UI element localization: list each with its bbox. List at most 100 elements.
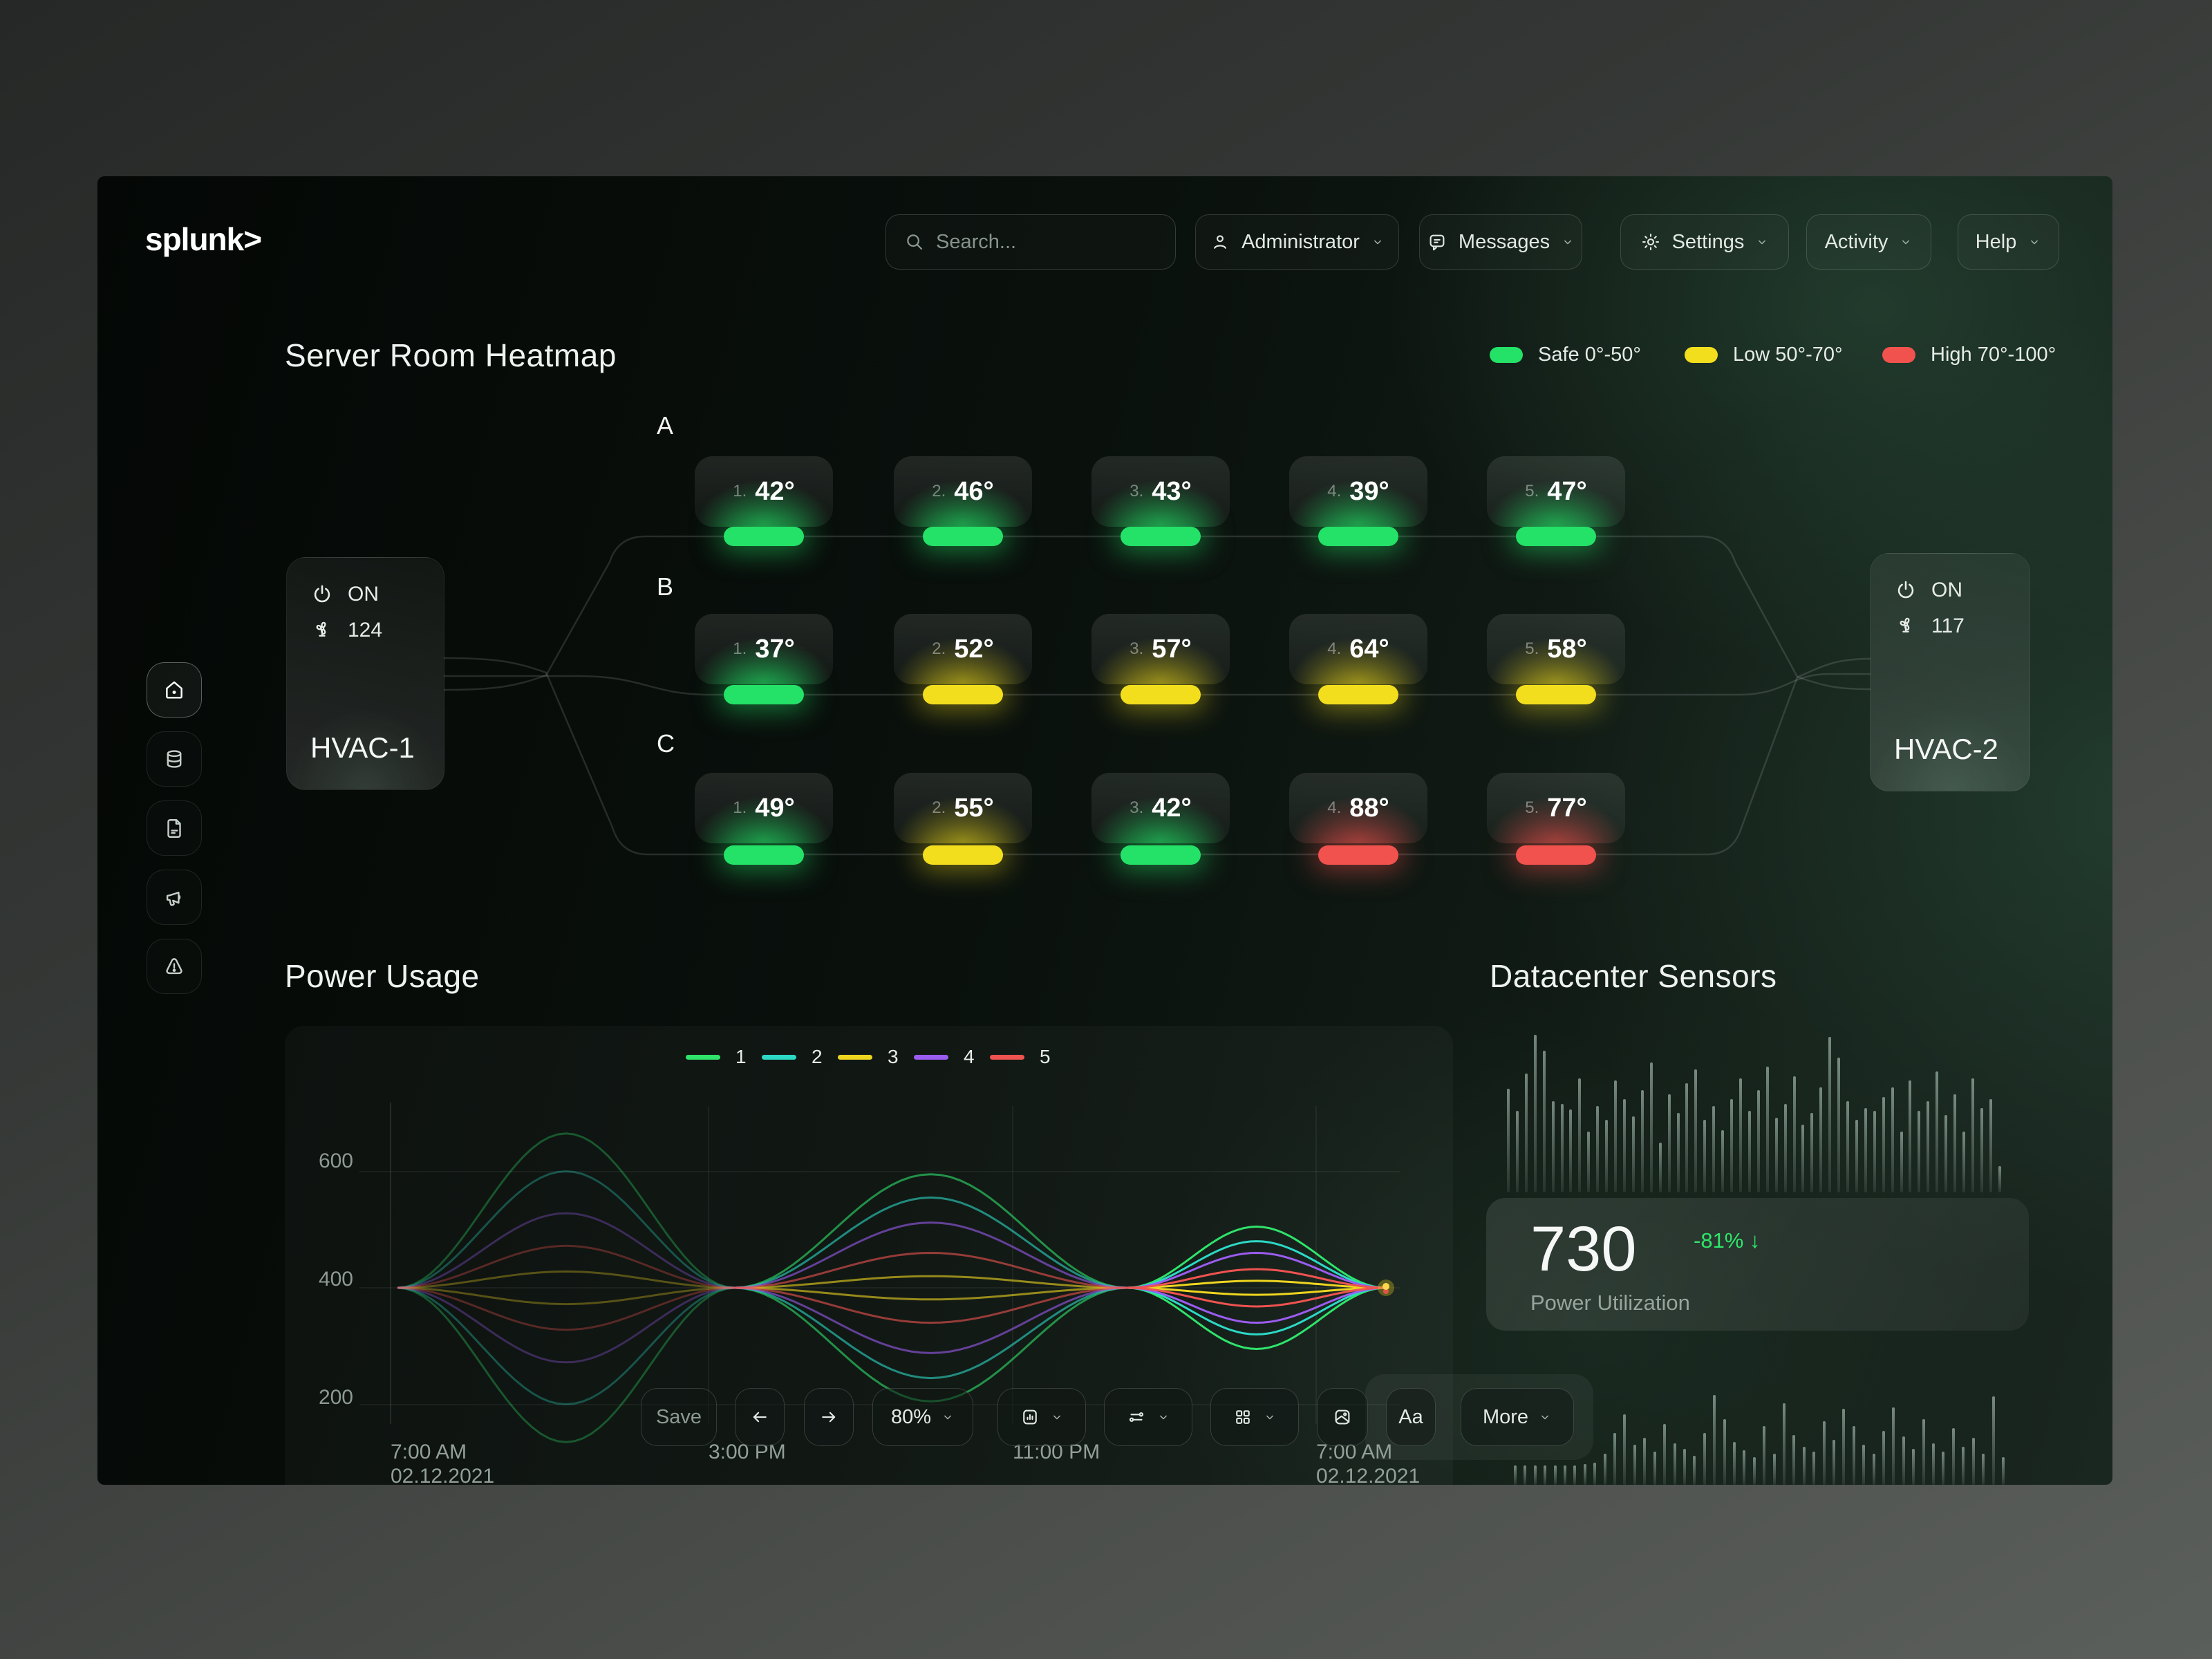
sensor-node-C-4[interactable]: 4. 88° [1289,773,1427,843]
legend-label: Low 50°-70° [1733,344,1843,366]
menu-help[interactable]: Help [1958,214,2059,270]
sensor-bar [1516,1111,1519,1192]
toolbar-aa-button[interactable]: Aa [1386,1388,1436,1446]
menu-messages[interactable]: Messages [1419,214,1582,270]
node-index: 5. [1525,482,1539,501]
menu-label: Activity [1825,231,1888,254]
node-status-pill [1121,845,1201,865]
power-icon [1894,579,1918,602]
sensor-node-C-5[interactable]: 5. 77° [1487,773,1625,843]
chevron-down-icon [1263,1410,1277,1424]
y-tick: 600 [298,1150,353,1173]
chevron-down-icon [1899,235,1913,249]
menu-administrator[interactable]: Administrator [1195,214,1399,270]
sensor-node-A-3[interactable]: 3. 43° [1091,456,1230,527]
sensor-node-B-4[interactable]: 4. 64° [1289,614,1427,684]
hvac-1-card[interactable]: ON 124 HVAC-1 [286,557,444,790]
sensor-bar [1936,1071,1938,1192]
legend-label: High 70°-100° [1931,344,2056,366]
sensor-node-B-2[interactable]: 2. 52° [894,614,1032,684]
node-status-pill [1516,685,1596,704]
sensor-bar [1677,1113,1680,1192]
hvac-status: ON [348,583,379,606]
sensor-node-C-2[interactable]: 2. 55° [894,773,1032,843]
toolbar-image-button[interactable] [1317,1388,1368,1446]
menu-label: Settings [1672,231,1745,254]
sensor-bar [1613,1433,1616,1485]
sensor-node-A-1[interactable]: 1. 42° [695,456,833,527]
search-input[interactable] [936,231,1143,254]
sensor-bar [1703,1433,1706,1485]
search-box[interactable] [885,214,1176,270]
sensor-bar [1544,1465,1546,1485]
sensor-bar [1823,1421,1826,1485]
series-name: 4 [964,1046,975,1068]
series-swatch [990,1055,1024,1060]
toolbar-grid-button[interactable] [1210,1388,1299,1446]
legend-label: Safe 0°-50° [1538,344,1641,366]
node-index: 4. [1327,639,1341,659]
sidebar-item-home[interactable] [147,662,202,718]
toolbar-save-button[interactable]: Save [641,1388,717,1446]
toolbar-more-button[interactable]: More [1461,1388,1574,1446]
hvac-name: HVAC-1 [310,731,415,765]
node-index: 4. [1327,482,1341,501]
node-temp: 47° [1547,477,1586,507]
sensor-node-B-5[interactable]: 5. 58° [1487,614,1625,684]
stat-delta: -81% ↓ [1694,1228,1760,1253]
sensor-node-B-3[interactable]: 3. 57° [1091,614,1230,684]
sensor-bar [1507,1089,1510,1192]
sensor-bar [1604,1454,1606,1485]
chevron-down-icon [941,1410,955,1424]
sensor-bar [1659,1143,1662,1192]
sensor-node-B-1[interactable]: 1. 37° [695,614,833,684]
gear-icon [1640,232,1661,252]
toolbar-sliders-button[interactable] [1104,1388,1192,1446]
sensor-bar [1561,1104,1564,1192]
node-index: 3. [1130,798,1143,818]
sensor-bar [1803,1447,1806,1485]
hvac-2-card[interactable]: ON 117 HVAC-2 [1870,553,2030,791]
node-index: 3. [1130,639,1143,659]
image-icon [1332,1407,1353,1427]
sensor-node-A-2[interactable]: 2. 46° [894,456,1032,527]
toolbar-bar-chart-button[interactable] [997,1388,1086,1446]
toolbar-arrow-left-button[interactable] [735,1388,785,1446]
megaphone-icon [162,885,186,909]
sensor-bar [1792,1435,1795,1485]
row-label-B: B [657,572,673,601]
node-status-pill [724,845,804,865]
sidebar-item-megaphone[interactable] [147,870,202,925]
toolbar-label: More [1483,1406,1528,1429]
toolbar-arrow-right-button[interactable] [804,1388,854,1446]
sensor-bar [1912,1449,1915,1485]
sensor-bar [1643,1438,1646,1485]
y-tick: 400 [298,1268,353,1291]
database-icon [162,747,186,771]
menu-settings[interactable]: Settings [1620,214,1789,270]
sidebar-item-document[interactable] [147,800,202,856]
sidebar-item-database[interactable] [147,731,202,787]
sensor-bar [1837,1058,1840,1192]
sensor-node-C-1[interactable]: 1. 49° [695,773,833,843]
sensor-bar [1972,1438,1975,1485]
power-legend-item-5: 5 [990,1046,1051,1068]
sensor-node-C-3[interactable]: 3. 42° [1091,773,1230,843]
menu-activity[interactable]: Activity [1806,214,1931,270]
node-temp: 52° [954,635,993,664]
sensor-bar [1757,1090,1760,1192]
node-status-pill [923,685,1003,704]
sensor-bar [1873,1454,1875,1485]
sensor-bar [1623,1099,1626,1192]
sensor-node-A-5[interactable]: 5. 47° [1487,456,1625,527]
sensor-bar [1783,1403,1785,1485]
toolbar-80-pct-button[interactable]: 80% [872,1388,973,1446]
sensor-node-A-4[interactable]: 4. 39° [1289,456,1427,527]
node-status-pill [724,527,804,546]
fan-icon [310,619,334,642]
sensor-bar [1721,1130,1724,1192]
chevron-down-icon [1371,235,1385,249]
sensor-bar [1828,1037,1831,1192]
node-index: 1. [733,798,747,818]
sidebar-item-alert[interactable] [147,939,202,994]
